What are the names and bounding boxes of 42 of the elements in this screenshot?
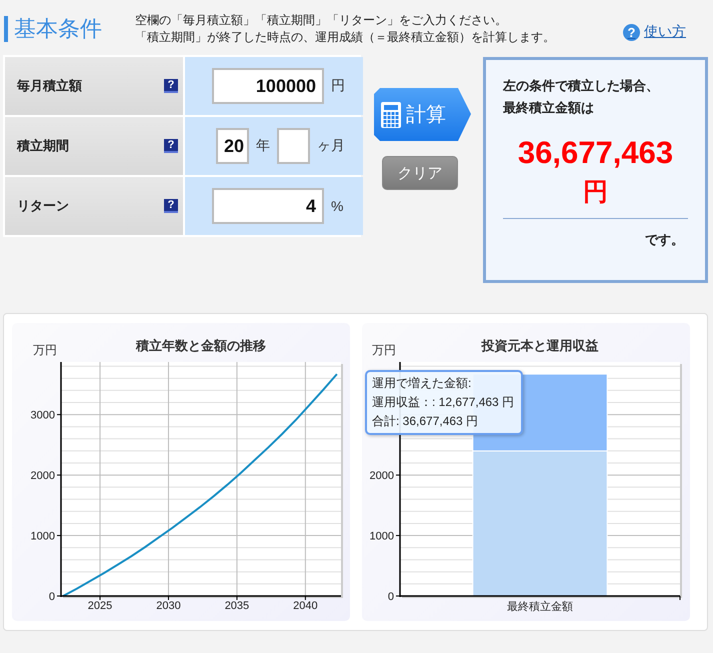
unit-label: %	[331, 198, 344, 214]
axis-tick-label: 3000	[30, 410, 55, 422]
chart-title: 投資元本と運用収益	[482, 338, 598, 353]
axis-tick-label: 2000	[370, 470, 394, 482]
unit-label: 年	[256, 137, 270, 155]
input-field[interactable]: 4	[212, 188, 324, 224]
field-label: 毎月積立額	[17, 77, 82, 95]
result-suffix: です。	[645, 231, 684, 249]
currency-unit: 円	[583, 177, 608, 208]
axis-tick-label: 1000	[370, 530, 394, 543]
input-field[interactable]: 20	[216, 128, 249, 164]
help-icon[interactable]: ?	[164, 79, 178, 93]
axis-tick-label: 2035	[224, 600, 250, 612]
axis-tick-label: 1000	[30, 530, 55, 543]
unit-label: 円	[331, 77, 345, 95]
chart-title: 積立年数と金額の推移	[136, 338, 266, 353]
axis-unit-label: 万円	[33, 343, 57, 357]
unit-label: ヶ月	[317, 137, 345, 155]
result-amount: 36,677,463	[516, 135, 674, 171]
tooltip-text: 運用収益：: 12,677,463 円	[372, 394, 516, 411]
axis-tick-label: 最終積立金額	[507, 601, 573, 613]
axis-tick-label: 0	[48, 591, 55, 603]
input-field[interactable]	[277, 128, 310, 164]
axis-tick-label: 2030	[156, 600, 181, 612]
help-icon: ?	[623, 24, 640, 40]
input-field[interactable]: 100000	[212, 68, 324, 104]
section-title: 基本条件	[4, 16, 118, 42]
tooltip-title: 運用で増えた金額:	[372, 375, 472, 392]
axis-unit-label: 万円	[372, 343, 396, 357]
field-label: 積立期間	[17, 137, 69, 155]
help-icon[interactable]: ?	[164, 139, 178, 153]
axis-tick-label: 2000	[30, 470, 55, 482]
axis-tick-label: 2025	[88, 600, 112, 612]
result-description: 左の条件で積立した場合、 最終積立金額は	[503, 77, 660, 117]
tooltip-text: 合計: 36,677,463 円	[372, 413, 480, 430]
instruction-text: 空欄の「毎月積立額」「積立期間」「リターン」をご入力ください。	[135, 12, 508, 29]
instruction-text: 「積立期間」が終了した時点の、運用成績（＝最終積立金額）を計算します。	[135, 29, 556, 46]
axis-tick-label: 2040	[293, 600, 318, 612]
help-icon[interactable]: ?	[164, 199, 178, 213]
calculator-icon	[380, 100, 402, 128]
axis-tick-label: 0	[388, 591, 394, 603]
field-label: リターン	[17, 197, 69, 215]
